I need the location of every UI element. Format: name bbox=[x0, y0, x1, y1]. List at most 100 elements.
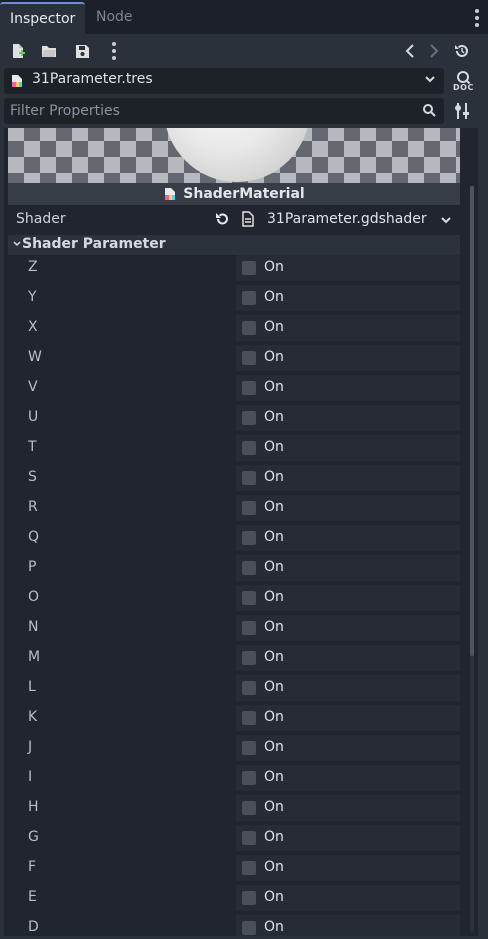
checkbox[interactable] bbox=[242, 771, 256, 785]
parameter-checkbox-field[interactable]: On bbox=[236, 495, 460, 521]
material-header[interactable]: ShaderMaterial bbox=[8, 183, 460, 205]
parameter-checkbox-field[interactable]: On bbox=[236, 915, 460, 936]
checkbox-label: On bbox=[264, 259, 284, 275]
parameter-name: T bbox=[28, 439, 37, 455]
checkbox[interactable] bbox=[242, 651, 256, 665]
tab-node[interactable]: Node bbox=[86, 2, 146, 34]
parameter-checkbox-field[interactable]: On bbox=[236, 465, 460, 491]
parameter-checkbox-field[interactable]: On bbox=[236, 795, 460, 821]
checkbox[interactable] bbox=[242, 381, 256, 395]
shader-file-icon bbox=[242, 211, 254, 227]
checkbox[interactable] bbox=[242, 741, 256, 755]
parameter-row: W On bbox=[8, 344, 460, 372]
checkbox[interactable] bbox=[242, 891, 256, 905]
parameter-checkbox-field[interactable]: On bbox=[236, 855, 460, 881]
checkbox[interactable] bbox=[242, 411, 256, 425]
vertical-scrollbar[interactable] bbox=[470, 186, 474, 932]
object-history-icon[interactable] bbox=[451, 40, 473, 62]
inspector-property-list[interactable]: ShaderMaterial Shader 31Parameter.gdshad… bbox=[4, 128, 478, 936]
checkbox[interactable] bbox=[242, 501, 256, 515]
parameter-checkbox-field[interactable]: On bbox=[236, 675, 460, 701]
dock-tab-bar: Inspector Node bbox=[0, 0, 488, 34]
parameter-name: G bbox=[28, 829, 39, 845]
parameter-checkbox-field[interactable]: On bbox=[236, 525, 460, 551]
parameter-row: K On bbox=[8, 704, 460, 732]
parameter-checkbox-field[interactable]: On bbox=[236, 375, 460, 401]
parameter-checkbox-field[interactable]: On bbox=[236, 645, 460, 671]
checkbox[interactable] bbox=[242, 681, 256, 695]
parameter-checkbox-field[interactable]: On bbox=[236, 885, 460, 911]
parameter-checkbox-field[interactable]: On bbox=[236, 735, 460, 761]
parameter-checkbox-field[interactable]: On bbox=[236, 345, 460, 371]
parameter-checkbox-field[interactable]: On bbox=[236, 285, 460, 311]
parameter-row: L On bbox=[8, 674, 460, 702]
checkbox[interactable] bbox=[242, 621, 256, 635]
parameter-row: E On bbox=[8, 884, 460, 912]
parameter-checkbox-field[interactable]: On bbox=[236, 405, 460, 431]
parameter-row: G On bbox=[8, 824, 460, 852]
material-title: ShaderMaterial bbox=[183, 186, 305, 202]
checkbox[interactable] bbox=[242, 261, 256, 275]
parameter-checkbox-field[interactable]: On bbox=[236, 765, 460, 791]
more-icon[interactable] bbox=[103, 40, 125, 62]
resource-selector[interactable]: 31Parameter.tres bbox=[4, 68, 444, 94]
checkbox[interactable] bbox=[242, 711, 256, 725]
checkbox[interactable] bbox=[242, 441, 256, 455]
checkbox-label: On bbox=[264, 379, 284, 395]
parameter-checkbox-field[interactable]: On bbox=[236, 585, 460, 611]
search-icon bbox=[423, 104, 436, 117]
filter-properties-input[interactable] bbox=[4, 98, 414, 124]
parameter-checkbox-field[interactable]: On bbox=[236, 825, 460, 851]
checkbox[interactable] bbox=[242, 861, 256, 875]
parameter-name: E bbox=[28, 889, 37, 905]
checkbox-label: On bbox=[264, 799, 284, 815]
parameter-row: Z On bbox=[8, 254, 460, 282]
parameter-checkbox-field[interactable]: On bbox=[236, 255, 460, 281]
chevron-down-icon bbox=[425, 76, 435, 83]
parameter-name: D bbox=[28, 919, 39, 935]
inspector-tools-icon[interactable] bbox=[452, 101, 472, 121]
parameter-name: Z bbox=[28, 259, 38, 275]
parameter-checkbox-field[interactable]: On bbox=[236, 555, 460, 581]
open-documentation-button[interactable]: DOC bbox=[450, 70, 476, 94]
checkbox[interactable] bbox=[242, 591, 256, 605]
checkbox[interactable] bbox=[242, 351, 256, 365]
parameter-checkbox-field[interactable]: On bbox=[236, 615, 460, 641]
save-icon[interactable] bbox=[71, 40, 93, 62]
checkbox[interactable] bbox=[242, 921, 256, 935]
checkbox[interactable] bbox=[242, 291, 256, 305]
new-resource-icon[interactable] bbox=[7, 40, 29, 62]
parameter-row: F On bbox=[8, 854, 460, 882]
checkbox[interactable] bbox=[242, 531, 256, 545]
history-back-icon[interactable] bbox=[399, 40, 421, 62]
parameter-checkbox-field[interactable]: On bbox=[236, 315, 460, 341]
checkbox-label: On bbox=[264, 469, 284, 485]
parameter-row: J On bbox=[8, 734, 460, 762]
checkbox-label: On bbox=[264, 559, 284, 575]
history-forward-icon[interactable] bbox=[423, 40, 445, 62]
tab-inspector[interactable]: Inspector bbox=[0, 2, 85, 34]
parameter-checkbox-field[interactable]: On bbox=[236, 435, 460, 461]
checkbox[interactable] bbox=[242, 321, 256, 335]
parameter-name: P bbox=[28, 559, 37, 575]
checkbox[interactable] bbox=[242, 801, 256, 815]
revert-icon[interactable] bbox=[214, 211, 230, 227]
parameter-row: R On bbox=[8, 494, 460, 522]
dock-menu-icon[interactable] bbox=[474, 9, 480, 27]
parameter-row: N On bbox=[8, 614, 460, 642]
parameter-name: M bbox=[28, 649, 41, 665]
scrollbar-thumb[interactable] bbox=[470, 186, 474, 656]
checkbox-label: On bbox=[264, 919, 284, 935]
shader-value[interactable]: 31Parameter.gdshader bbox=[267, 211, 427, 227]
parameter-checkbox-field[interactable]: On bbox=[236, 705, 460, 731]
doc-label: DOC bbox=[453, 83, 474, 92]
chevron-down-icon[interactable] bbox=[440, 214, 452, 226]
checkbox-label: On bbox=[264, 739, 284, 755]
checkbox[interactable] bbox=[242, 471, 256, 485]
checkbox[interactable] bbox=[242, 831, 256, 845]
checkbox-label: On bbox=[264, 319, 284, 335]
open-folder-icon[interactable] bbox=[38, 40, 60, 62]
shader-parameter-group[interactable]: Shader Parameter bbox=[8, 235, 460, 255]
filter-properties-field[interactable] bbox=[4, 98, 444, 124]
checkbox[interactable] bbox=[242, 561, 256, 575]
